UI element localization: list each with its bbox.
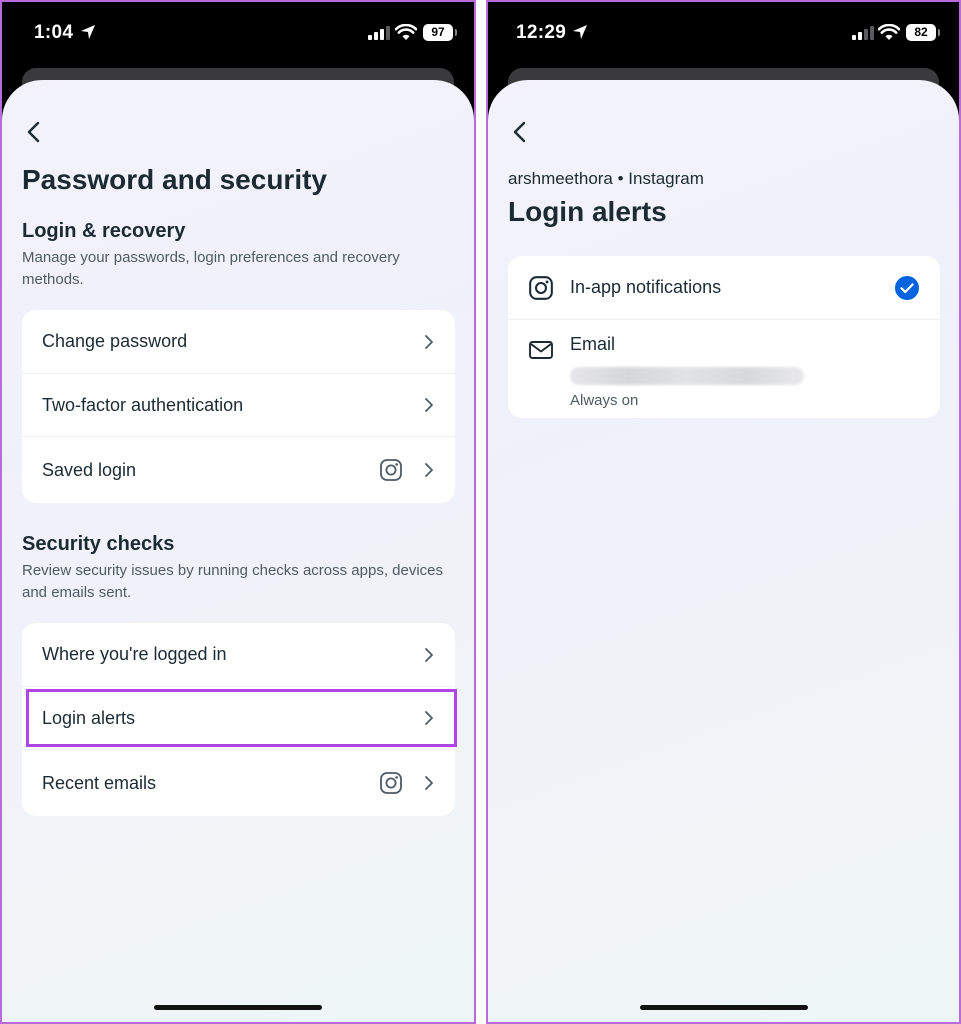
page-title: Login alerts bbox=[508, 196, 667, 227]
signal-icon bbox=[852, 26, 874, 40]
row-label: Change password bbox=[42, 331, 188, 351]
email-row: Email Always on bbox=[508, 320, 940, 418]
page-title: Password and security bbox=[22, 164, 328, 195]
location-arrow-icon bbox=[573, 25, 587, 39]
location-arrow-icon bbox=[81, 25, 95, 39]
login-recovery-card: Change password Two-factor authenticatio… bbox=[22, 310, 455, 503]
login-alerts-sheet: arshmeethora • Instagram Login alerts In… bbox=[488, 80, 959, 1022]
section-description-login-recovery: Manage your passwords, login preferences… bbox=[22, 249, 400, 288]
instagram-icon bbox=[380, 459, 402, 481]
recent-emails-row[interactable]: Recent emails bbox=[22, 749, 455, 816]
where-logged-in-row[interactable]: Where you're logged in bbox=[22, 623, 455, 686]
row-label: Saved login bbox=[42, 459, 137, 480]
back-icon[interactable] bbox=[506, 118, 534, 146]
status-time: 1:04 bbox=[34, 22, 74, 43]
saved-login-row[interactable]: Saved login bbox=[22, 436, 455, 503]
instagram-icon bbox=[529, 276, 553, 300]
check-circle-icon[interactable] bbox=[894, 275, 920, 301]
row-label: Two-factor authentication bbox=[42, 394, 244, 415]
instagram-icon bbox=[380, 772, 402, 794]
section-description-security-checks: Review security issues by running checks… bbox=[22, 562, 444, 601]
login-alerts-options-card: In-app notifications Email Always on bbox=[508, 256, 940, 418]
chevron-right-icon bbox=[425, 463, 433, 477]
option-sublabel: Always on bbox=[570, 392, 639, 409]
option-label: Email bbox=[570, 334, 616, 354]
chevron-right-icon bbox=[425, 647, 433, 662]
section-title-login-recovery: Login & recovery bbox=[22, 220, 186, 242]
security-checks-card: Where you're logged in Login alerts Rece… bbox=[22, 623, 457, 816]
chevron-right-icon bbox=[425, 711, 433, 725]
wifi-icon bbox=[878, 24, 900, 40]
chevron-right-icon bbox=[425, 776, 433, 790]
home-indicator[interactable] bbox=[154, 1005, 322, 1010]
phone-screen-password-security: 1:04 97 Password and security Login & re… bbox=[0, 0, 476, 1024]
status-bar: 1:04 97 bbox=[2, 2, 474, 68]
status-time: 12:29 bbox=[516, 22, 567, 43]
signal-icon bbox=[368, 26, 390, 40]
redacted-email-address bbox=[570, 367, 804, 385]
back-icon[interactable] bbox=[20, 118, 48, 146]
battery-icon: 82 bbox=[906, 24, 940, 41]
status-bar: 12:29 82 bbox=[488, 2, 959, 68]
chevron-right-icon bbox=[425, 398, 433, 412]
row-label: Where you're logged in bbox=[42, 644, 227, 664]
row-label: Login alerts bbox=[42, 707, 136, 728]
login-alerts-row[interactable]: Login alerts bbox=[22, 686, 457, 749]
chevron-right-icon bbox=[425, 334, 433, 349]
change-password-row[interactable]: Change password bbox=[22, 310, 455, 373]
option-label: In-app notifications bbox=[570, 277, 722, 297]
two-factor-authentication-row[interactable]: Two-factor authentication bbox=[22, 373, 455, 436]
row-label: Recent emails bbox=[42, 772, 157, 793]
home-indicator[interactable] bbox=[639, 1005, 808, 1010]
wifi-icon bbox=[395, 24, 417, 40]
phone-screen-login-alerts: 12:29 82 arshmeethora • Instagram Login … bbox=[486, 0, 961, 1024]
account-line: arshmeethora • Instagram bbox=[508, 169, 704, 188]
section-title-security-checks: Security checks bbox=[22, 533, 175, 555]
mail-icon bbox=[529, 341, 553, 359]
password-security-sheet: Password and security Login & recovery M… bbox=[2, 80, 474, 1022]
in-app-notifications-row[interactable]: In-app notifications bbox=[508, 256, 940, 319]
battery-icon: 97 bbox=[423, 24, 457, 41]
